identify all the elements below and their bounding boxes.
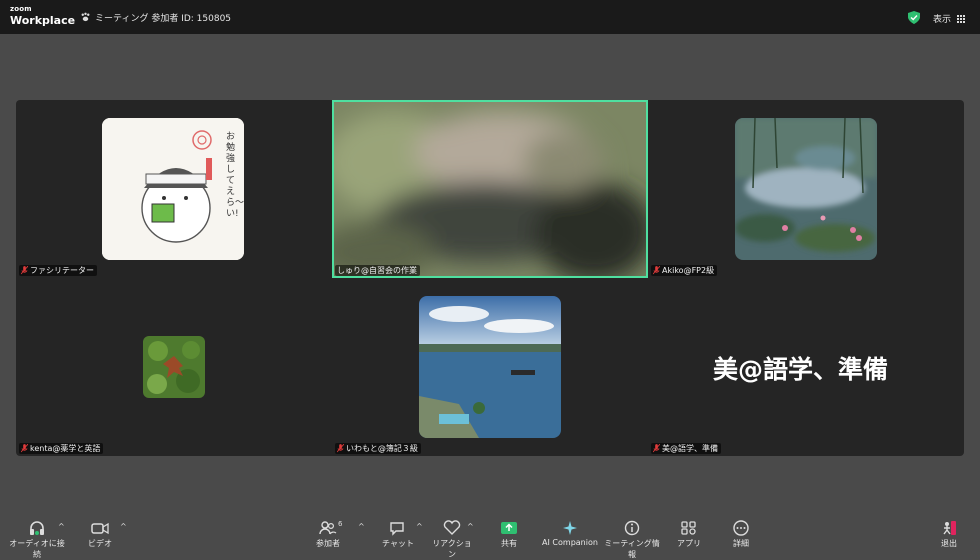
video-image [334,102,646,276]
avatar [735,118,877,260]
leave-button[interactable]: 退出 [936,520,962,549]
water-lilies-image [735,118,877,260]
participant-tile-active[interactable]: しゅり@自習会の作業 [332,100,648,278]
participant-name-tag: kenta@薬学と英語 [19,443,104,454]
participant-name: Akiko@FP2級 [662,266,715,275]
avatar [419,296,561,438]
video-options-caret[interactable]: ^ [120,522,127,531]
view-button[interactable]: 表示 [933,12,966,25]
ai-companion-label: AI Companion [542,538,598,547]
reactions-options-caret[interactable]: ^ [467,522,474,531]
participants-count: 6 [338,520,343,528]
blurred-video-feed [332,100,648,278]
apps-button[interactable]: アプリ [674,520,704,549]
participant-tile[interactable]: いわもと@簿記３級 [332,278,648,456]
leave-icon [943,521,956,535]
apps-label: アプリ [677,539,701,548]
paw-icon [81,12,90,22]
muted-mic-icon [653,444,660,453]
participant-name-tag: しゅり@自習会の作業 [335,265,420,276]
ai-companion-button[interactable]: AI Companion [540,520,600,547]
leave-label: 退出 [941,539,957,548]
meeting-info-label: ミーティング情報 [604,539,660,559]
meeting-id-text: ミーティング 参加者 ID: 150805 [95,14,232,24]
audio-options-caret[interactable]: ^ [58,522,65,531]
participant-display-name: 美@語学、準備 [713,355,889,384]
seascape-image [419,296,561,438]
participant-name-tag: Akiko@FP2級 [651,265,718,276]
video-label: ビデオ [88,539,112,548]
participant-name: いわもと@簿記３級 [346,444,418,453]
more-icon [733,520,749,536]
participant-tile[interactable]: Akiko@FP2級 [648,100,964,278]
reactions-label: リアクション [432,539,472,559]
sparkle-icon [563,521,577,535]
logo-line1: zoom [10,5,32,13]
participants-icon [319,521,337,535]
chat-button[interactable]: チャット [382,520,414,549]
meeting-info-toolbar-button[interactable]: ミーティング情報 [604,520,660,560]
grid-icon [957,14,966,23]
more-button[interactable]: 詳細 [726,520,756,549]
chat-label: チャット [382,539,414,548]
camera-icon [91,522,109,535]
participant-name-tag: ファシリテーター [19,265,97,276]
top-bar: zoom Workplace ミーティング 参加者 ID: 150805 表示 [0,0,980,34]
chat-icon [390,522,404,536]
share-screen-icon [501,522,517,534]
participant-tile[interactable]: kenta@薬学と英語 [16,278,332,456]
muted-mic-icon [653,266,660,275]
participant-tile[interactable]: 美@語学、準備 美@語学、準備 [648,278,964,456]
more-label: 詳細 [733,539,749,548]
avatar: お勉強して えら〜い! [102,118,244,260]
avatar [143,336,205,398]
chat-options-caret[interactable]: ^ [416,522,423,531]
audio-label: オーディオに接続 [9,539,65,559]
participant-name: 美@語学、準備 [662,444,718,453]
participant-name-tag: 美@語学、準備 [651,443,721,454]
headphones-icon [30,521,44,535]
leaf-image [143,336,205,398]
view-label: 表示 [933,15,952,25]
share-button[interactable]: 共有 [494,520,524,549]
participant-name: kenta@薬学と英語 [30,444,101,453]
participants-options-caret[interactable]: ^ [358,522,365,531]
meeting-info-button[interactable]: ミーティング 参加者 ID: 150805 [80,11,231,24]
participants-label: 参加者 [316,539,340,548]
info-icon [624,520,640,536]
participant-name-tag: いわもと@簿記３級 [335,443,421,454]
apps-icon [681,521,696,535]
muted-mic-icon [21,444,28,453]
share-label: 共有 [501,539,517,548]
participant-tile[interactable]: お勉強して えら〜い! ファシリテーター [16,100,332,278]
meeting-toolbar: オーディオに接続 ^ ビデオ ^ 参加者 6 ^ チャット ^ リアクション ^ [0,514,980,559]
shield-icon[interactable] [908,11,920,24]
video-button[interactable]: ビデオ [84,520,116,549]
muted-mic-icon [337,444,344,453]
participant-name: しゅり@自習会の作業 [337,266,417,275]
muted-mic-icon [21,266,28,275]
heart-icon [443,520,461,535]
bird-sticker-image [102,118,244,260]
participant-name: ファシリテーター [30,266,94,275]
logo-line2: Workplace [10,14,76,27]
sticker-text: お勉強して えら〜い! [226,132,244,219]
zoom-workplace-logo: zoom Workplace [10,5,76,27]
